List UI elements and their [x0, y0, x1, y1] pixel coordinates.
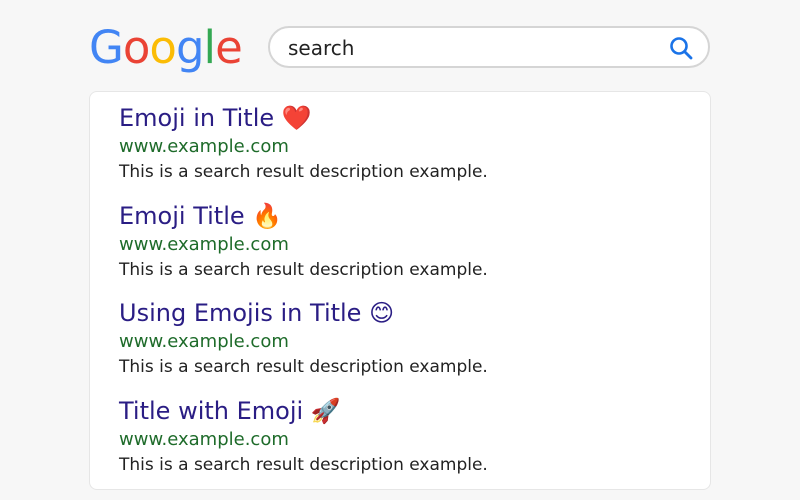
logo-letter: o — [122, 21, 151, 74]
result-item: Emoji Title 🔥 www.example.com This is a … — [119, 201, 488, 282]
result-url: www.example.com — [119, 429, 289, 450]
search-input[interactable] — [288, 36, 648, 60]
result-description: This is a search result description exam… — [119, 455, 488, 475]
search-box[interactable] — [268, 26, 710, 68]
logo-letter: e — [215, 21, 243, 74]
result-item: Emoji in Title ❤️ www.example.com This i… — [119, 103, 488, 184]
result-item: Title with Emoji 🚀 www.example.com This … — [119, 396, 488, 477]
result-url: www.example.com — [119, 136, 289, 157]
google-logo[interactable]: Google — [89, 21, 243, 74]
result-url: www.example.com — [119, 331, 289, 352]
result-description: This is a search result description exam… — [119, 162, 488, 182]
result-title-link[interactable]: Emoji Title 🔥 — [119, 201, 488, 231]
result-description: This is a search result description exam… — [119, 260, 488, 280]
result-description: This is a search result description exam… — [119, 357, 488, 377]
result-title-link[interactable]: Using Emojis in Title 😊 — [119, 298, 488, 328]
search-icon — [670, 37, 693, 60]
logo-letter: G — [89, 21, 124, 74]
logo-letter: g — [175, 21, 205, 74]
result-title-link[interactable]: Emoji in Title ❤️ — [119, 103, 488, 133]
result-url: www.example.com — [119, 234, 289, 255]
search-button[interactable] — [668, 35, 694, 61]
result-title-link[interactable]: Title with Emoji 🚀 — [119, 396, 488, 426]
search-results: Emoji in Title ❤️ www.example.com This i… — [89, 91, 711, 490]
result-item: Using Emojis in Title 😊 www.example.com … — [119, 298, 488, 379]
logo-letter: l — [203, 21, 216, 74]
logo-letter: o — [149, 21, 177, 74]
